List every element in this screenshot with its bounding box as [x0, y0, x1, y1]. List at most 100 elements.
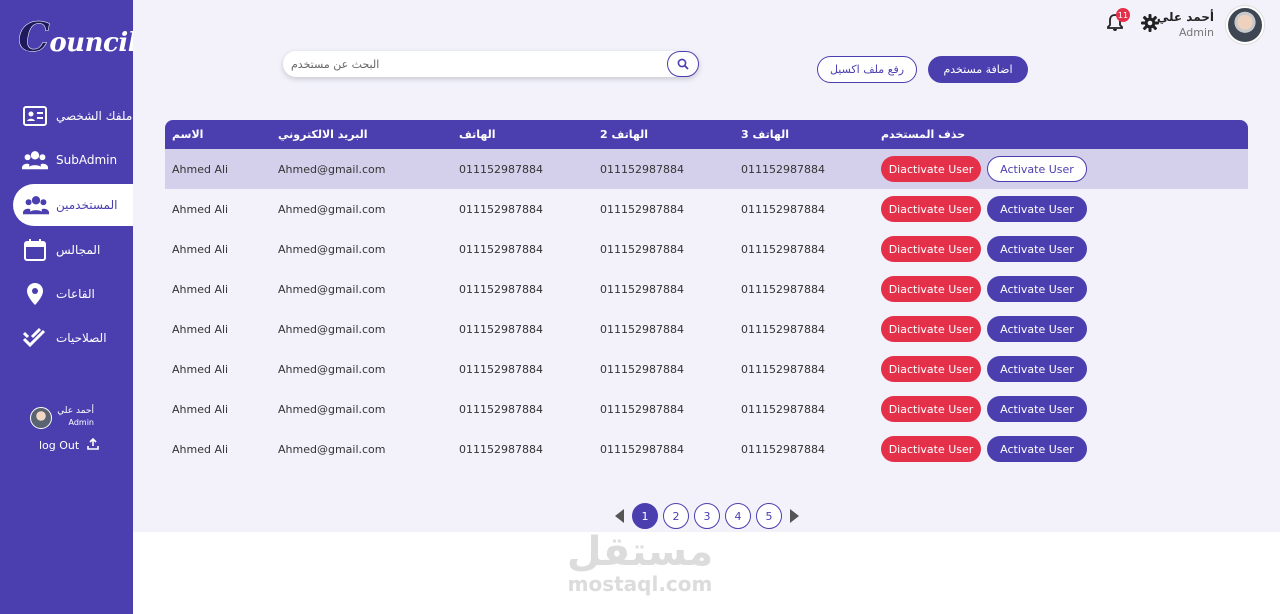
- deactivate-user-button[interactable]: Diactivate User: [881, 236, 981, 262]
- deactivate-user-button[interactable]: Diactivate User: [881, 396, 981, 422]
- users-table: الاسم البريد الالكتروني الهاتف الهاتف 2 …: [165, 120, 1248, 469]
- table-row[interactable]: Ahmed Ali Ahmed@gmail.com 011152987884 0111…: [165, 429, 1248, 469]
- deactivate-user-button[interactable]: Diactivate User: [881, 316, 981, 342]
- header-user-name: أحمد علي: [1156, 10, 1214, 24]
- activate-user-button[interactable]: Activate User: [987, 196, 1087, 222]
- sidebar-item-label: القاعات: [56, 287, 95, 301]
- cell-phone-3: 011152987884: [741, 283, 825, 296]
- activate-user-button[interactable]: Activate User: [987, 276, 1087, 302]
- activate-user-button[interactable]: Activate User: [987, 156, 1087, 182]
- page-button-3[interactable]: 3: [694, 503, 720, 529]
- cell-name: Ahmed Ali: [172, 443, 229, 456]
- upload-excel-button[interactable]: رفع ملف اكسيل: [817, 56, 917, 83]
- cell-phone-2: 011152987884: [600, 163, 684, 176]
- sidebar-item-label: المجالس: [56, 243, 101, 257]
- cell-phone-2: 011152987884: [600, 283, 684, 296]
- cell-phone-2: 011152987884: [600, 443, 684, 456]
- table-row[interactable]: Ahmed Ali Ahmed@gmail.com 011152987884 0111…: [165, 349, 1248, 389]
- cell-phone-3: 011152987884: [741, 403, 825, 416]
- cell-name: Ahmed Ali: [172, 243, 229, 256]
- sidebar-user-name: أحمد علي: [57, 406, 94, 416]
- logout-button[interactable]: log Out: [39, 437, 100, 453]
- deactivate-user-button[interactable]: Diactivate User: [881, 356, 981, 382]
- cell-phone: 011152987884: [459, 203, 543, 216]
- cell-name: Ahmed Ali: [172, 203, 229, 216]
- table-row[interactable]: Ahmed Ali Ahmed@gmail.com 011152987884 0111…: [165, 229, 1248, 269]
- sidebar-item-label: الصلاحيات: [56, 331, 107, 345]
- deactivate-user-button[interactable]: Diactivate User: [881, 196, 981, 222]
- logout-icon: [87, 437, 100, 453]
- notifications-button[interactable]: 11: [1103, 8, 1130, 37]
- table-row[interactable]: Ahmed Ali Ahmed@gmail.com 011152987884 0111…: [165, 149, 1248, 189]
- cell-phone-3: 011152987884: [741, 443, 825, 456]
- add-user-button[interactable]: اضافة مستخدم: [928, 56, 1028, 83]
- table-header: الاسم البريد الالكتروني الهاتف الهاتف 2 …: [165, 120, 1248, 149]
- page-button-1[interactable]: 1: [632, 503, 658, 529]
- cell-name: Ahmed Ali: [172, 403, 229, 416]
- sidebar-item-profile[interactable]: ملفك الشخصي: [0, 95, 133, 137]
- activate-user-button[interactable]: Activate User: [987, 316, 1087, 342]
- cell-phone-2: 011152987884: [600, 203, 684, 216]
- sidebar-user-role: Admin: [68, 418, 95, 427]
- sidebar-item-halls[interactable]: القاعات: [0, 273, 133, 315]
- cell-email: Ahmed@gmail.com: [278, 403, 386, 416]
- app-logo[interactable]: Councils: [18, 14, 152, 62]
- cell-email: Ahmed@gmail.com: [278, 443, 386, 456]
- next-page-button[interactable]: [787, 503, 801, 529]
- sidebar-item-permissions[interactable]: الصلاحيات: [0, 317, 133, 359]
- cell-email: Ahmed@gmail.com: [278, 363, 386, 376]
- main-content: 11 أحمد علي Admin رفع ملف اكسيل اضافة مس…: [133, 0, 1280, 532]
- deactivate-user-button[interactable]: Diactivate User: [881, 436, 981, 462]
- table-row[interactable]: Ahmed Ali Ahmed@gmail.com 011152987884 0111…: [165, 189, 1248, 229]
- cell-name: Ahmed Ali: [172, 163, 229, 176]
- cell-phone-3: 011152987884: [741, 363, 825, 376]
- activate-user-button[interactable]: Activate User: [987, 436, 1087, 462]
- users-group-icon: [22, 147, 48, 173]
- cell-email: Ahmed@gmail.com: [278, 203, 386, 216]
- cell-name: Ahmed Ali: [172, 363, 229, 376]
- table-row[interactable]: Ahmed Ali Ahmed@gmail.com 011152987884 0111…: [165, 309, 1248, 349]
- cell-phone: 011152987884: [459, 323, 543, 336]
- id-card-icon: [22, 103, 48, 129]
- logout-label: log Out: [39, 439, 80, 452]
- calendar-icon: [22, 237, 48, 263]
- cell-phone: 011152987884: [459, 243, 543, 256]
- table-row[interactable]: Ahmed Ali Ahmed@gmail.com 011152987884 0111…: [165, 269, 1248, 309]
- avatar: [30, 407, 52, 429]
- sidebar-item-subadmin[interactable]: SubAdmin: [0, 139, 133, 181]
- cell-phone-3: 011152987884: [741, 203, 825, 216]
- cell-phone-3: 011152987884: [741, 163, 825, 176]
- cell-phone: 011152987884: [459, 283, 543, 296]
- cell-email: Ahmed@gmail.com: [278, 163, 386, 176]
- sidebar-item-users[interactable]: المستخدمين: [13, 184, 133, 226]
- column-header-phone-2: الهاتف 2: [600, 128, 649, 141]
- cell-phone-2: 011152987884: [600, 403, 684, 416]
- search-button[interactable]: [667, 51, 699, 77]
- sidebar-item-councils[interactable]: المجالس: [0, 229, 133, 271]
- deactivate-user-button[interactable]: Diactivate User: [881, 156, 981, 182]
- column-header-email: البريد الالكتروني: [278, 128, 368, 141]
- pagination: 12345: [613, 503, 801, 529]
- watermark: مستقل mostaql.com: [560, 530, 720, 596]
- map-pin-icon: [22, 281, 48, 307]
- header-user[interactable]: أحمد علي Admin: [1157, 10, 1214, 39]
- avatar[interactable]: [1226, 6, 1264, 44]
- page-button-5[interactable]: 5: [756, 503, 782, 529]
- sidebar: Councils ملفك الشخصي SubAdmin المستخدمين…: [0, 0, 152, 614]
- header-user-role: Admin: [1178, 26, 1214, 39]
- page-button-4[interactable]: 4: [725, 503, 751, 529]
- watermark-latin: mostaql.com: [567, 572, 713, 596]
- table-row[interactable]: Ahmed Ali Ahmed@gmail.com 011152987884 0111…: [165, 389, 1248, 429]
- prev-page-button[interactable]: [613, 503, 627, 529]
- cell-name: Ahmed Ali: [172, 323, 229, 336]
- cell-email: Ahmed@gmail.com: [278, 283, 386, 296]
- cell-phone-2: 011152987884: [600, 363, 684, 376]
- activate-user-button[interactable]: Activate User: [987, 396, 1087, 422]
- sidebar-item-label: SubAdmin: [56, 153, 118, 167]
- double-check-icon: [22, 325, 48, 351]
- deactivate-user-button[interactable]: Diactivate User: [881, 276, 981, 302]
- page-button-2[interactable]: 2: [663, 503, 689, 529]
- search-input[interactable]: [283, 51, 665, 77]
- activate-user-button[interactable]: Activate User: [987, 356, 1087, 382]
- activate-user-button[interactable]: Activate User: [987, 236, 1087, 262]
